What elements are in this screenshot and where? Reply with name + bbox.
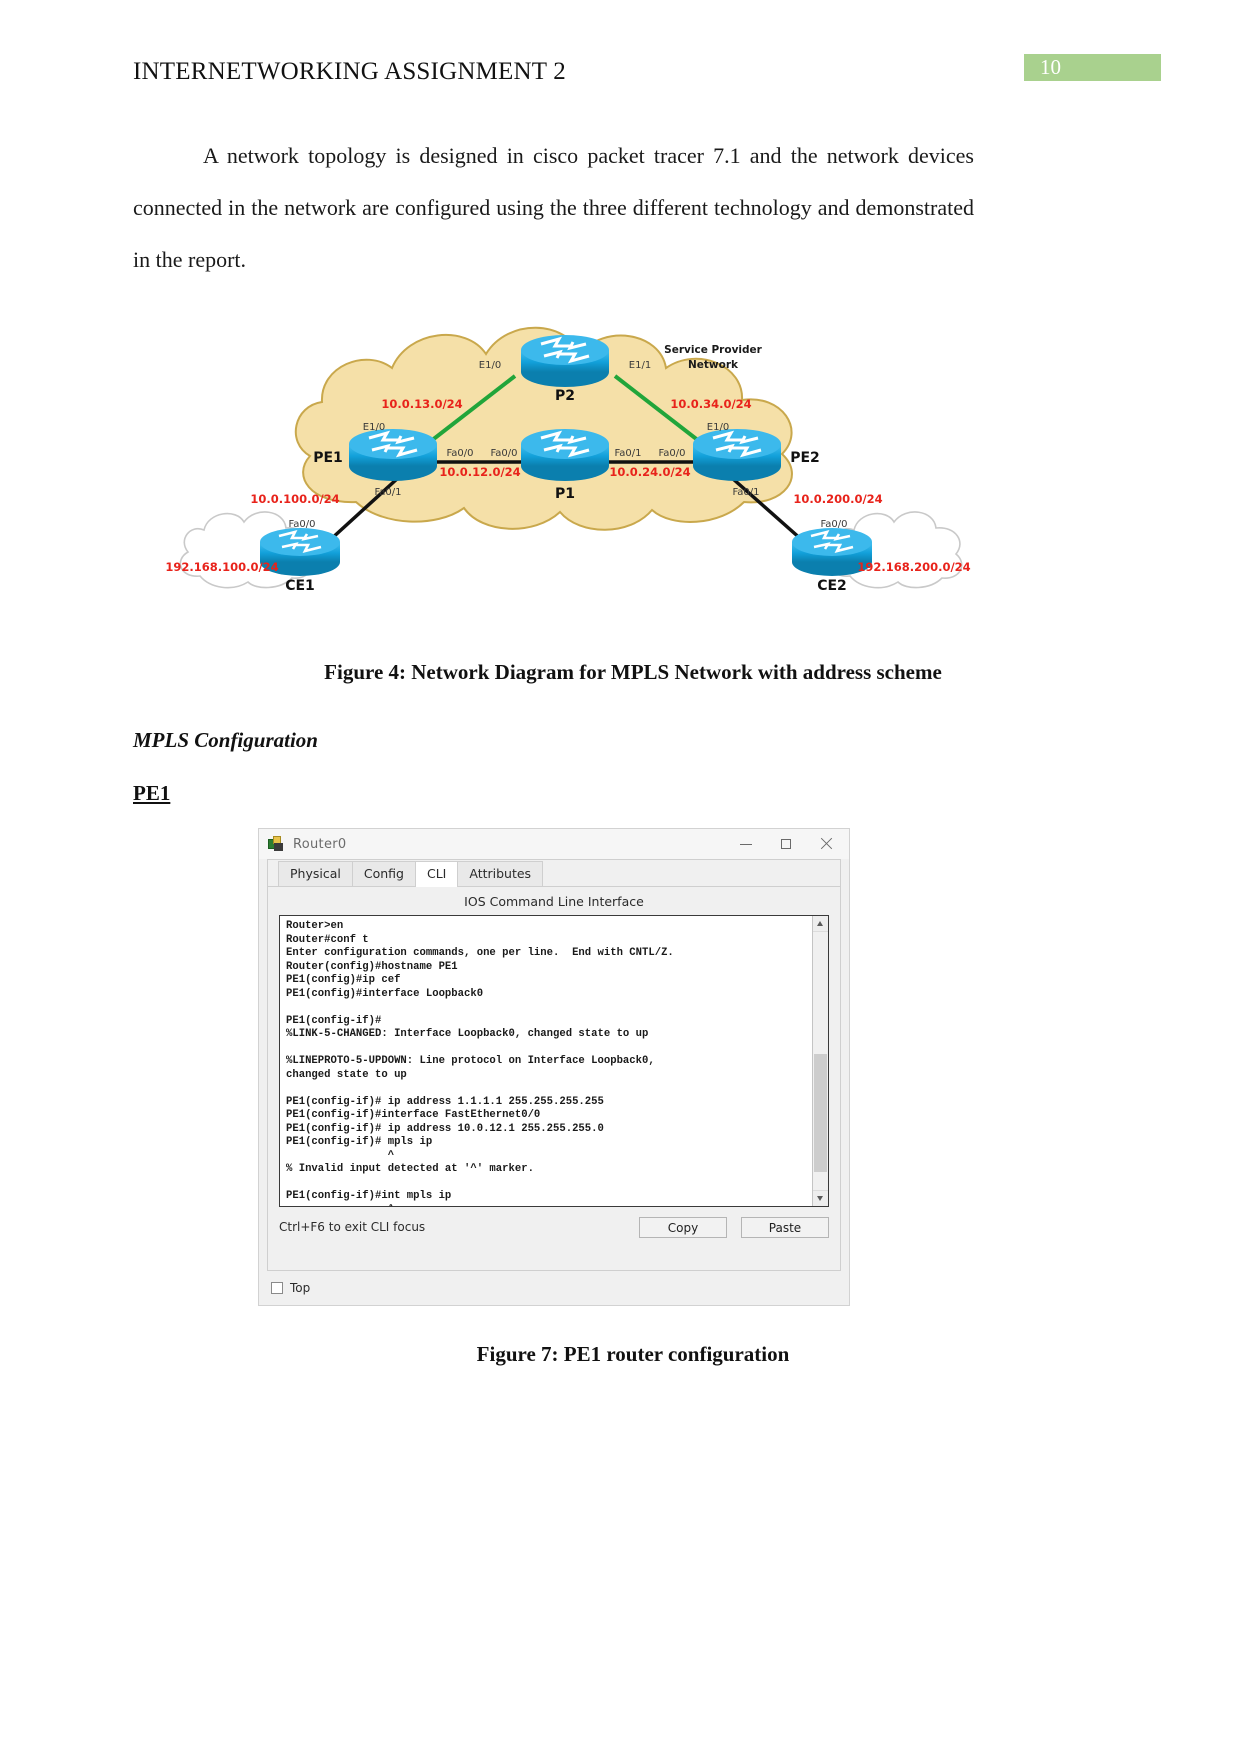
interface-label-pe1-right: Fa0/0: [446, 448, 473, 459]
window-footer: Top: [259, 1271, 849, 1305]
document-title: INTERNETWORKING ASSIGNMENT 2: [133, 58, 566, 85]
interface-label-ce1-up: Fa0/0: [288, 519, 315, 530]
tab-cli[interactable]: CLI: [414, 861, 459, 887]
interface-label-pe2-up: E1/0: [707, 422, 729, 433]
router-label-ce2: CE2: [817, 578, 847, 594]
sub-heading-pe1: PE1: [133, 781, 171, 805]
router-label-p2: P2: [555, 388, 575, 404]
top-checkbox[interactable]: [271, 1282, 283, 1294]
interface-label-p1-right: Fa0/1: [614, 448, 641, 459]
paste-button[interactable]: Paste: [741, 1216, 829, 1238]
subnet-label-pe2-ce2: 10.0.200.0/24: [793, 492, 882, 506]
cloud-label-line2: Network: [688, 359, 739, 371]
window-body: Physical Config CLI Attributes IOS Comma…: [267, 859, 841, 1271]
subnet-label-pe1-p2: 10.0.13.0/24: [381, 397, 462, 411]
interface-label-pe2-down: Fa0/1: [732, 487, 759, 498]
network-diagram-svg: P2 E1/0 E1/1 Service Provider Network PE…: [165, 326, 971, 594]
interface-label-pe1-up: E1/0: [363, 422, 385, 433]
minimize-icon[interactable]: [739, 837, 753, 851]
router-p2: [521, 335, 609, 387]
interface-label-ce2-up: Fa0/0: [820, 519, 847, 530]
router-label-p1: P1: [555, 486, 575, 502]
packet-tracer-app-icon: [267, 836, 285, 852]
tab-config[interactable]: Config: [351, 861, 416, 886]
router-label-pe1: PE1: [313, 450, 343, 466]
subnet-label-pe1-p1: 10.0.12.0/24: [439, 465, 520, 479]
intro-paragraph: A network topology is designed in cisco …: [133, 143, 974, 272]
cloud-label-line1: Service Provider: [664, 344, 762, 356]
window-controls: [739, 829, 843, 859]
router-pe2: [693, 429, 781, 481]
subnet-label-p1-pe2: 10.0.24.0/24: [609, 465, 690, 479]
page-number-badge: 10: [1024, 54, 1161, 81]
close-icon[interactable]: [819, 837, 833, 851]
tab-attributes[interactable]: Attributes: [457, 861, 544, 886]
packet-tracer-window: Router0 Physical Config CLI Attributes I…: [258, 828, 850, 1306]
window-title: Router0: [293, 836, 347, 852]
figure-4-caption: Figure 4: Network Diagram for MPLS Netwo…: [324, 660, 942, 684]
cli-focus-hint: Ctrl+F6 to exit CLI focus: [279, 1220, 426, 1234]
figure-7-caption: Figure 7: PE1 router configuration: [476, 1342, 790, 1366]
page-header: INTERNETWORKING ASSIGNMENT 2 10: [133, 54, 1161, 98]
network-diagram: P2 E1/0 E1/1 Service Provider Network PE…: [160, 290, 980, 610]
maximize-icon[interactable]: [779, 837, 793, 851]
router-label-ce1: CE1: [285, 578, 315, 594]
subnet-label-ce1-lan: 192.168.100.0/24: [165, 560, 278, 574]
interface-label-p2-left: E1/0: [479, 360, 501, 371]
tab-physical[interactable]: Physical: [278, 861, 353, 886]
cli-output-text[interactable]: Router>en Router#conf t Enter configurat…: [280, 916, 812, 1206]
router-pe1: [349, 429, 437, 481]
device-tabs: Physical Config CLI Attributes: [268, 860, 840, 887]
interface-label-pe2-left: Fa0/0: [658, 448, 685, 459]
interface-label-p1-left: Fa0/0: [490, 448, 517, 459]
scroll-up-arrow-icon[interactable]: [813, 916, 828, 932]
panel-title: IOS Command Line Interface: [268, 887, 840, 915]
section-heading-mpls-configuration: MPLS Configuration: [133, 728, 318, 752]
interface-label-p2-right: E1/1: [629, 360, 651, 371]
cli-bottom-bar: Ctrl+F6 to exit CLI focus Copy Paste: [279, 1207, 829, 1247]
subnet-label-pe1-ce1: 10.0.100.0/24: [250, 492, 339, 506]
router-label-pe2: PE2: [790, 450, 820, 466]
scrollbar-thumb[interactable]: [814, 1054, 827, 1172]
router-p1: [521, 429, 609, 481]
cli-scrollbar[interactable]: [812, 916, 828, 1206]
top-checkbox-label: Top: [290, 1281, 311, 1295]
subnet-label-ce2-lan: 192.168.200.0/24: [857, 560, 970, 574]
subnet-label-p2-pe2: 10.0.34.0/24: [670, 397, 751, 411]
interface-label-pe1-down: Fa0/1: [374, 487, 401, 498]
cli-terminal-area[interactable]: Router>en Router#conf t Enter configurat…: [279, 915, 829, 1207]
window-titlebar: Router0: [259, 829, 849, 859]
scroll-down-arrow-icon[interactable]: [813, 1190, 828, 1206]
cli-action-buttons: Copy Paste: [639, 1216, 829, 1238]
copy-button[interactable]: Copy: [639, 1216, 727, 1238]
